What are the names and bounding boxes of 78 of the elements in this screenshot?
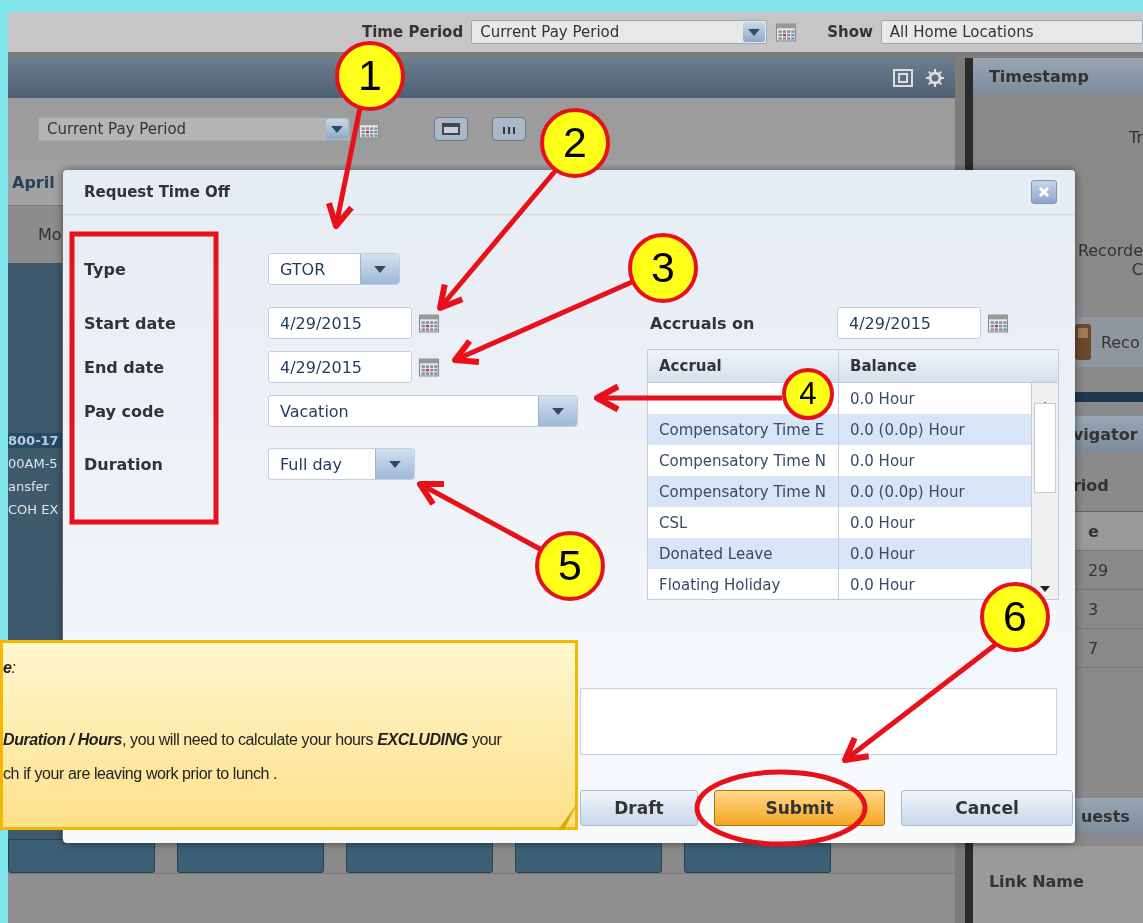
date-field[interactable]: 4/29/2015 <box>268 351 412 383</box>
table-cell: Donated Leave <box>659 544 773 563</box>
record-button[interactable]: Reco <box>1072 317 1143 367</box>
column-view-button[interactable] <box>492 117 526 141</box>
note-text: Duration / Hours, you will need to calculate your hours EXCLUDING your <box>3 731 502 749</box>
table-cell: CSL <box>659 513 688 532</box>
calendar-icon[interactable] <box>418 357 440 377</box>
column-header: Balance <box>849 356 918 377</box>
calendar-icon[interactable] <box>418 313 440 333</box>
schedule-text: 00AM-5 <box>8 456 59 471</box>
settings-icon[interactable] <box>924 68 945 88</box>
table-cell: 0.0 Hour <box>850 544 915 563</box>
dialog-button[interactable]: Submit <box>714 790 885 826</box>
table-cell: Floating Holiday <box>659 575 781 594</box>
table-cell: Compensatory Time N <box>659 482 827 501</box>
month-label: April <box>12 173 55 192</box>
dropdown-field[interactable]: Full day <box>268 448 415 480</box>
date-field[interactable]: 4/29/2015 <box>837 307 981 339</box>
date-field[interactable]: 4/29/2015 <box>268 307 412 339</box>
caret-icon <box>331 125 343 133</box>
panel-title: Timestamp <box>988 66 1089 86</box>
schedule-text: COH EX <box>8 502 60 517</box>
show-label: Show <box>827 23 873 41</box>
table-cell: 0.0 (0.0p) Hour <box>850 420 965 439</box>
field-label: Duration <box>84 454 164 474</box>
panel-title: vigator <box>1072 424 1138 444</box>
close-button[interactable] <box>1031 180 1057 204</box>
caret-icon <box>748 28 761 36</box>
number-badge: 1 <box>335 41 405 111</box>
period-label: riod <box>1072 476 1109 495</box>
period-select[interactable]: Current Pay Period <box>38 117 350 141</box>
table-cell: 0.0 Hour <box>850 451 915 470</box>
dropdown-field[interactable]: Vacation <box>268 395 578 427</box>
table-cell: Compensatory Time N <box>659 451 827 470</box>
field-label: Start date <box>84 313 177 333</box>
panel-text: Recorde <box>1077 241 1143 260</box>
calendar-icon[interactable] <box>775 22 798 42</box>
caret-icon <box>374 265 386 273</box>
panel-title: uests <box>1080 806 1130 826</box>
scrollbar-thumb[interactable] <box>1034 403 1056 493</box>
accruals-label: Accruals on <box>650 313 756 333</box>
table-cell: Compensatory Time E <box>659 420 825 439</box>
table-cell: 0.0 (0.0p) Hour <box>850 482 965 501</box>
table-cell: 0.0 Hour <box>850 513 915 532</box>
number-badge: 3 <box>628 233 698 303</box>
maximize-icon[interactable] <box>892 69 913 87</box>
number-badge: 5 <box>535 531 605 601</box>
schedule-text: 800-17 <box>8 433 62 448</box>
comments-field[interactable] <box>580 688 1057 755</box>
field-label: Pay code <box>84 401 166 421</box>
table-cell: 0.0 Hour <box>850 575 915 594</box>
note-text: ch if your are leaving work prior to lunch . <box>3 765 278 783</box>
day-header: Mo <box>38 225 62 244</box>
calendar-icon[interactable] <box>987 313 1009 333</box>
dialog-button[interactable]: Cancel <box>901 790 1073 826</box>
time-period-select[interactable]: Current Pay Period <box>471 20 768 44</box>
field-label: End date <box>84 357 166 377</box>
folded-corner-icon <box>558 802 578 830</box>
dropdown-field[interactable]: GTOR <box>268 253 400 285</box>
note-heading: e: <box>3 659 16 677</box>
panel-text: Tr <box>1129 128 1143 147</box>
number-badge: 6 <box>980 582 1050 652</box>
schedule-text: ansfer <box>8 479 50 494</box>
dialog-title: Request Time Off <box>84 183 230 201</box>
caret-icon <box>389 460 401 468</box>
number-badge: 2 <box>540 108 610 178</box>
caret-icon <box>552 407 564 415</box>
column-header: Link Name <box>988 872 1084 891</box>
table-cell: 0.0 Hour <box>850 389 915 408</box>
panel-text: C <box>1131 260 1143 279</box>
calendar-icon[interactable] <box>358 119 380 139</box>
show-select[interactable]: All Home Locations <box>880 20 1143 44</box>
close-icon <box>1037 185 1051 199</box>
calendar-icon <box>442 123 460 135</box>
field-label: Type <box>84 259 127 279</box>
time-period-label: Time Period <box>362 23 464 41</box>
dialog-button[interactable]: Draft <box>580 790 698 826</box>
calendar-view-button[interactable] <box>434 117 468 141</box>
